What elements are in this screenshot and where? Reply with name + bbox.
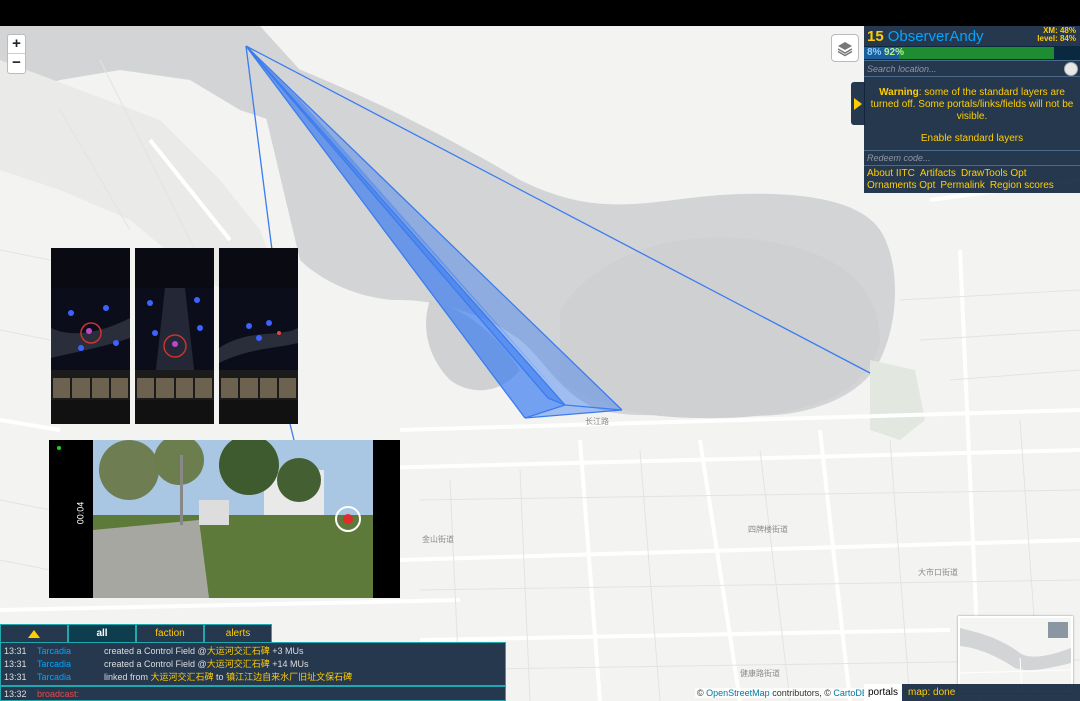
map-label-jiankang: 健康路街道 bbox=[740, 669, 780, 678]
layers-icon bbox=[837, 42, 853, 57]
search-location-field[interactable]: Search location... bbox=[864, 60, 1080, 77]
chat-row: 13:31 Tarcadia created a Control Field @… bbox=[1, 658, 505, 671]
triangle-up-icon bbox=[28, 630, 40, 638]
map-status: map: done bbox=[908, 687, 956, 698]
region-scores-link[interactable]: Region scores bbox=[990, 180, 1054, 191]
portal-link[interactable]: 大运河交汇石碑 bbox=[151, 672, 214, 682]
map-label-changjiang: 长江路 bbox=[585, 417, 609, 426]
warning-title: Warning bbox=[879, 87, 919, 98]
permalink-link[interactable]: Permalink bbox=[940, 180, 984, 191]
map-label-dashikou: 大市口街道 bbox=[918, 568, 958, 577]
broadcast-time: 13:32 bbox=[4, 689, 27, 699]
item-strip bbox=[135, 370, 214, 400]
chat-message: created a Control Field @大运河交汇石碑 +3 MUs bbox=[104, 645, 505, 658]
comm-tabs: all faction alerts bbox=[0, 624, 506, 642]
chat-user[interactable]: Tarcadia bbox=[37, 645, 104, 658]
about-iitc-link[interactable]: About IITC bbox=[867, 168, 915, 179]
video-recording-screenshot: 00:04 bbox=[49, 440, 400, 598]
phone-screenshot-2 bbox=[135, 248, 214, 424]
phone-screenshot-1 bbox=[51, 248, 130, 424]
phone-bottom bbox=[219, 400, 298, 424]
chat-user[interactable]: Tarcadia bbox=[37, 658, 104, 671]
minimap[interactable] bbox=[958, 616, 1073, 693]
portal-link[interactable]: 大运河交汇石碑 bbox=[207, 646, 270, 656]
zoom-in-button[interactable]: + bbox=[8, 35, 25, 54]
message-text: +14 MUs bbox=[269, 659, 309, 669]
ornaments-opt-link[interactable]: Ornaments Opt bbox=[867, 180, 935, 191]
layers-button[interactable] bbox=[831, 34, 859, 62]
player-name: ObserverAndy bbox=[887, 27, 984, 45]
osm-link[interactable]: OpenStreetMap bbox=[706, 688, 770, 698]
level-progress: level: 84% bbox=[1037, 34, 1076, 43]
message-text: created a Control Field @ bbox=[104, 646, 207, 656]
message-text: linked from bbox=[104, 672, 151, 682]
layers-warning: Warning: some of the standard layers are… bbox=[864, 77, 1080, 151]
phone-bottom bbox=[51, 400, 130, 424]
minimap-image bbox=[960, 618, 1071, 691]
chat-time: 13:31 bbox=[4, 659, 27, 669]
portals-status-button[interactable]: portals bbox=[864, 684, 903, 701]
artifacts-link[interactable]: Artifacts bbox=[920, 168, 956, 179]
chat-row: 13:31 Tarcadia created a Control Field @… bbox=[1, 645, 505, 658]
message-text: created a Control Field @ bbox=[104, 659, 207, 669]
attribution-mid: contributors, © bbox=[769, 688, 834, 698]
toolbox: About IITC Artifacts DrawTools Opt Ornamen… bbox=[864, 166, 1080, 193]
sidebar-toggle[interactable] bbox=[851, 82, 865, 125]
faction-bar: 8% 92% bbox=[864, 46, 1080, 60]
phone-bottom bbox=[135, 400, 214, 424]
comm-panel: all faction alerts 13:31 Tarcadia create… bbox=[0, 624, 506, 701]
chat-time: 13:31 bbox=[4, 646, 27, 656]
chat-log[interactable]: 13:31 Tarcadia created a Control Field @… bbox=[0, 642, 506, 686]
attribution-prefix: © bbox=[697, 688, 707, 698]
chat-time: 13:31 bbox=[4, 672, 27, 682]
locate-icon[interactable] bbox=[1064, 62, 1078, 76]
player-level: 15 bbox=[867, 27, 884, 45]
map-attribution: © OpenStreetMap contributors, © CartoDB bbox=[695, 688, 870, 698]
video-timer: 00:04 bbox=[75, 501, 86, 525]
res-pct: 8% bbox=[867, 47, 882, 58]
message-text: to bbox=[213, 672, 227, 682]
redeem-code-field[interactable]: Redeem code... bbox=[864, 151, 1080, 166]
scanner-view-image bbox=[219, 288, 298, 378]
chat-user[interactable]: Tarcadia bbox=[37, 671, 104, 684]
phone-screenshot-3 bbox=[219, 248, 298, 424]
portal-link[interactable]: 大运河交汇石碑 bbox=[207, 659, 270, 669]
top-black-bar bbox=[0, 0, 1080, 26]
broadcast-input[interactable]: 13:32 broadcast: bbox=[0, 686, 506, 701]
enl-pct: 92% bbox=[884, 47, 905, 58]
cartodb-link[interactable]: CartoDB bbox=[833, 688, 868, 698]
zoom-control: + − bbox=[7, 34, 26, 74]
map-label-sipai: 四牌楼街道 bbox=[748, 525, 788, 534]
chat-row: 13:31 Tarcadia linked from 大运河交汇石碑 to 镇江… bbox=[1, 671, 505, 684]
comm-expand-button[interactable] bbox=[0, 624, 68, 642]
chat-message: linked from 大运河交汇石碑 to 镇江江边自来水厂旧址文保石碑 bbox=[104, 671, 505, 684]
scanner-view-image bbox=[51, 288, 130, 378]
sidebar: 15 ObserverAndy XM: 48% level: 84% 8% 92… bbox=[864, 26, 1080, 193]
player-stats[interactable]: 15 ObserverAndy XM: 48% level: 84% bbox=[864, 26, 1080, 46]
tab-faction[interactable]: faction bbox=[136, 624, 204, 642]
message-text: +3 MUs bbox=[269, 646, 304, 656]
park-photo bbox=[49, 440, 400, 598]
enable-standard-layers-link[interactable]: Enable standard layers bbox=[870, 133, 1074, 145]
tab-alerts[interactable]: alerts bbox=[204, 624, 272, 642]
chevron-right-icon bbox=[854, 97, 862, 110]
drawtools-opt-link[interactable]: DrawTools Opt bbox=[961, 168, 1027, 179]
search-placeholder: Search location... bbox=[867, 63, 937, 74]
zoom-out-button[interactable]: − bbox=[8, 54, 25, 73]
chat-message: created a Control Field @大运河交汇石碑 +14 MUs bbox=[104, 658, 505, 671]
item-strip bbox=[219, 370, 298, 400]
player-xm: XM: 48% level: 84% bbox=[1037, 27, 1076, 43]
scanner-view-image bbox=[135, 288, 214, 378]
status-bar: portals map: done bbox=[864, 684, 1080, 701]
map-label-jinshan: 金山街道 bbox=[422, 535, 454, 544]
broadcast-label: broadcast: bbox=[37, 689, 80, 699]
portal-link[interactable]: 镇江江边自来水厂旧址文保石碑 bbox=[226, 672, 352, 682]
item-strip bbox=[51, 370, 130, 400]
tab-all[interactable]: all bbox=[68, 624, 136, 642]
